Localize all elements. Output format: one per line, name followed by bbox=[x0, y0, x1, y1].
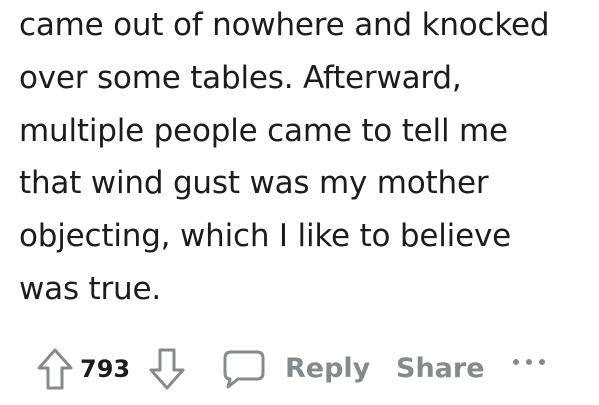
comment-text-line: objecting, which I like to believe bbox=[19, 218, 511, 255]
more-options-ellipsis-icon[interactable] bbox=[511, 356, 553, 368]
share-label: Share bbox=[396, 353, 485, 384]
comment-text-line: that wind gust was my mother bbox=[19, 165, 489, 202]
comment-text-line: multiple people came to tell me bbox=[19, 112, 508, 149]
comment-text-line: was true. bbox=[19, 270, 162, 307]
comment-text-line: over some tables. Afterward, bbox=[19, 59, 462, 96]
vote-count: 793 bbox=[80, 355, 131, 383]
speech-bubble-icon bbox=[223, 350, 265, 389]
reply-label: Reply bbox=[285, 353, 371, 384]
downvote-arrow-icon[interactable] bbox=[148, 347, 186, 391]
comment-body: came out of nowhere and knocked over som… bbox=[19, 0, 594, 316]
upvote-arrow-icon[interactable] bbox=[36, 347, 74, 391]
comment-action-bar: 793 Reply Share bbox=[0, 340, 599, 398]
comment-text-line: came out of nowhere and knocked bbox=[19, 7, 550, 43]
